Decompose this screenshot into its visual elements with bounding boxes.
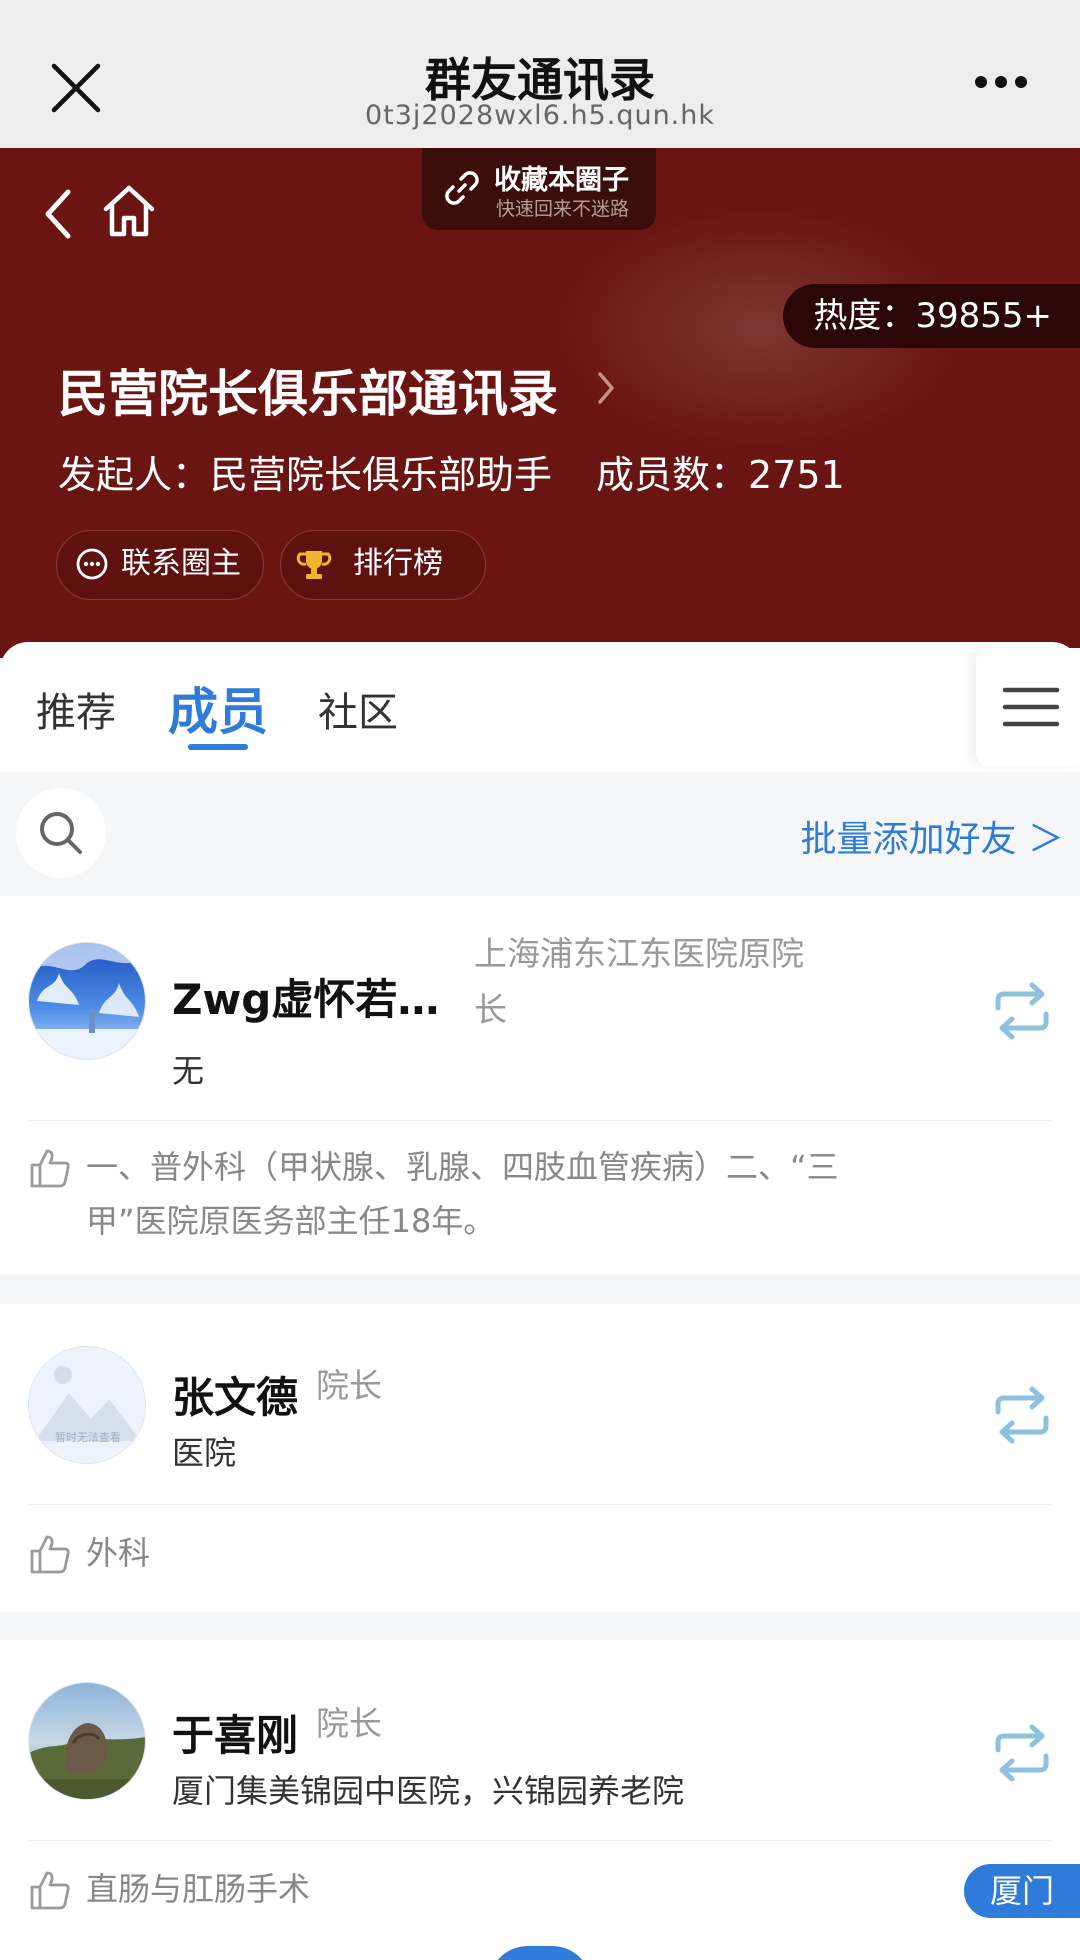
- trophy-icon: [296, 551, 332, 579]
- thumbs-up-icon: [30, 1535, 70, 1574]
- tab-community[interactable]: 社区: [318, 680, 398, 738]
- search-row: 批量添加好友 ＞: [0, 772, 1080, 896]
- member-title: 上海浦东江东医院原院 长: [474, 926, 804, 1038]
- divider: [28, 1120, 1052, 1121]
- founder-name: 民营院长俱乐部助手: [210, 453, 553, 497]
- favorite-circle-button[interactable]: 收藏本圈子 快速回来不迷路: [422, 148, 656, 230]
- batch-add-friends-link[interactable]: 批量添加好友 ＞: [801, 810, 1064, 862]
- chat-bubble-icon: [76, 548, 108, 580]
- member-card[interactable]: Zwg虚怀若… 上海浦东江东医院原院 长 无 一、普外科（甲状腺、乳腺、四肢血管…: [0, 896, 1080, 1274]
- search-icon: [40, 812, 82, 854]
- more-options-icon[interactable]: [974, 74, 1028, 90]
- favorite-title: 收藏本圈子: [494, 165, 629, 196]
- member-title: 院长: [316, 1366, 382, 1405]
- avatar[interactable]: 暂时无法查看: [28, 1346, 146, 1464]
- specialty-line-1: 一、普外科（甲状腺、乳腺、四肢血管疾病）二、“三: [86, 1148, 839, 1186]
- member-organization: 厦门集美锦园中医院，兴锦园养老院: [172, 1772, 685, 1810]
- search-button[interactable]: [16, 788, 106, 878]
- share-icon[interactable]: [992, 1386, 1052, 1444]
- members-count: 2751: [748, 453, 845, 497]
- club-info: 发起人：民营院长俱乐部助手 成员数：2751: [58, 444, 845, 499]
- avatar-rock-landscape-image: [29, 1683, 145, 1799]
- member-card[interactable]: 暂时无法查看 张文德 院长 医院 外科: [0, 1304, 1080, 1612]
- specialty-line-2: 甲”医院原医务部主任18年。: [86, 1202, 496, 1240]
- ranking-button[interactable]: 排行榜: [280, 530, 486, 600]
- members-label: 成员数：: [596, 453, 749, 497]
- hamburger-menu-icon: [1002, 687, 1060, 727]
- back-arrow-icon[interactable]: [36, 184, 80, 244]
- favorite-subtitle: 快速回来不迷路: [496, 198, 630, 220]
- member-title-line-2: 长: [474, 990, 507, 1029]
- member-organization: 无: [172, 1052, 205, 1090]
- contact-owner-button[interactable]: 联系圈主: [56, 530, 264, 600]
- share-icon[interactable]: [992, 982, 1052, 1040]
- member-title: 院长: [316, 1704, 382, 1743]
- avatar-caption: 暂时无法查看: [55, 1430, 121, 1444]
- heat-badge: 热度：39855+: [783, 284, 1080, 348]
- chevron-right-icon[interactable]: [594, 368, 618, 408]
- heat-label: 热度：: [813, 296, 916, 336]
- member-specialty: 一、普外科（甲状腺、乳腺、四肢血管疾病）二、“三 甲”医院原医务部主任18年。: [86, 1140, 839, 1248]
- thumbs-up-icon: [30, 1871, 70, 1910]
- member-specialty: 外科: [86, 1534, 151, 1572]
- ranking-label: 排行榜: [353, 546, 443, 581]
- heat-value: 39855+: [915, 296, 1052, 336]
- member-name: 于喜刚: [172, 1711, 299, 1760]
- member-name: Zwg虚怀若…: [172, 975, 440, 1024]
- browser-top-bar: 群友通讯录 0t3j2028wxl6.h5.qun.hk: [0, 0, 1080, 148]
- city-badge: 厦门: [964, 1864, 1080, 1918]
- member-title-line-1: 上海浦东江东医院原院: [474, 934, 804, 973]
- browser-url: 0t3j2028wxl6.h5.qun.hk: [364, 100, 716, 131]
- active-tab-indicator: [188, 744, 248, 750]
- member-specialty: 直肠与肛肠手术: [86, 1870, 311, 1908]
- club-name[interactable]: 民营院长俱乐部通讯录: [58, 354, 558, 426]
- menu-button[interactable]: [976, 648, 1080, 766]
- avatar[interactable]: [28, 942, 146, 1060]
- link-icon: [445, 171, 479, 205]
- share-icon[interactable]: [992, 1724, 1052, 1782]
- member-name: 张文德: [172, 1373, 299, 1422]
- divider: [28, 1504, 1052, 1505]
- avatar-snow-landscape-image: [29, 943, 145, 1059]
- divider: [28, 1840, 1052, 1841]
- member-card[interactable]: 于喜刚 院长 厦门集美锦园中医院，兴锦园养老院 直肠与肛肠手术 厦门: [0, 1640, 1080, 1960]
- founder-label: 发起人：: [58, 453, 211, 497]
- tab-bar: 推荐 成员 社区: [0, 642, 1080, 772]
- thumbs-up-icon: [30, 1149, 70, 1188]
- member-organization: 医院: [172, 1434, 237, 1472]
- avatar[interactable]: [28, 1682, 146, 1800]
- circle-header: 收藏本圈子 快速回来不迷路 热度：39855+ 民营院长俱乐部通讯录 发起人：民…: [0, 148, 1080, 658]
- home-icon[interactable]: [100, 182, 158, 240]
- tab-recommend[interactable]: 推荐: [36, 680, 116, 738]
- avatar-placeholder-image: 暂时无法查看: [29, 1347, 145, 1463]
- contact-owner-label: 联系圈主: [121, 546, 241, 581]
- tab-members[interactable]: 成员: [168, 672, 268, 744]
